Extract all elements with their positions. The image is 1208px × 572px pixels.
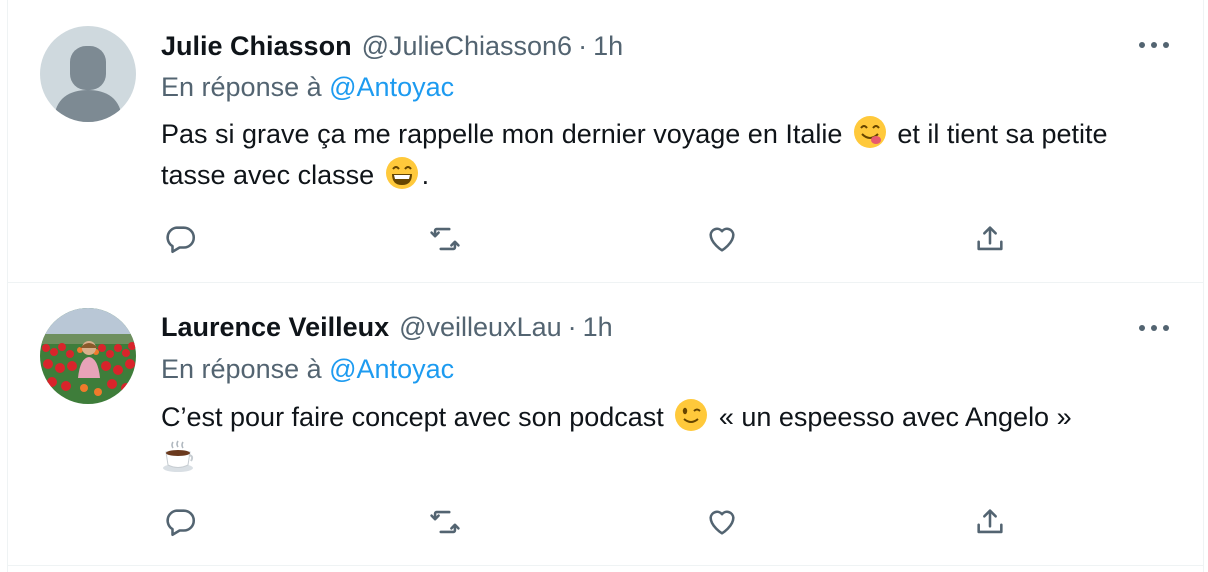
reply-prefix: En réponse à [161,72,322,102]
avatar[interactable] [40,308,136,404]
tweet-actions [164,222,1024,256]
reply-prefix: En réponse à [161,354,322,384]
grinning-face-emoji [385,156,419,190]
yum-face-emoji [853,115,887,149]
retweet-icon[interactable] [428,222,462,256]
like-icon[interactable] [705,505,739,539]
author-handle[interactable]: @veilleuxLau [399,312,562,343]
timestamp[interactable]: 1h [583,312,613,343]
mention-link[interactable]: @Antoyac [329,72,454,102]
author-name[interactable]: Laurence Veilleux [161,312,389,343]
mention-link[interactable]: @Antoyac [329,354,454,384]
timestamp[interactable]: 1h [593,31,623,62]
hot-beverage-emoji [161,439,195,473]
more-options-icon[interactable] [1139,38,1169,52]
separator: · [578,30,588,61]
tulip-field-photo-icon [40,308,136,404]
tweet[interactable]: Julie Chiasson @JulieChiasson6 · 1h En r… [8,0,1203,283]
share-icon[interactable] [973,222,1007,256]
avatar[interactable] [40,26,136,122]
reply-icon[interactable] [164,222,198,256]
tweet-text-part: Pas si grave ça me rappelle mon dernier … [161,119,843,149]
like-icon[interactable] [705,222,739,256]
tweet-header: Julie Chiasson @JulieChiasson6 · 1h [161,28,623,64]
tweet-text: Pas si grave ça me rappelle mon dernier … [161,114,1151,196]
default-avatar-icon [40,26,136,122]
reply-context: En réponse à @Antoyac [161,72,454,103]
tweet-text-part: « un espeesso avec Angelo » [718,402,1072,432]
winking-face-emoji [674,398,708,432]
separator: · [567,311,577,342]
tweet-text: C’est pour faire concept avec son podcas… [161,397,1151,479]
tweet-header: Laurence Veilleux @veilleuxLau · 1h [161,309,613,345]
timeline: Julie Chiasson @JulieChiasson6 · 1h En r… [7,0,1204,572]
author-name[interactable]: Julie Chiasson [161,31,352,62]
tweet-text-part: . [421,160,430,190]
more-options-icon[interactable] [1139,321,1169,335]
share-icon[interactable] [973,505,1007,539]
author-handle[interactable]: @JulieChiasson6 [362,31,573,62]
tweet-text-part: C’est pour faire concept avec son podcas… [161,402,664,432]
retweet-icon[interactable] [428,505,462,539]
tweet-actions [164,505,1024,539]
reply-icon[interactable] [164,505,198,539]
reply-context: En réponse à @Antoyac [161,354,454,385]
tweet[interactable]: Laurence Veilleux @veilleuxLau · 1h En r… [8,283,1203,566]
